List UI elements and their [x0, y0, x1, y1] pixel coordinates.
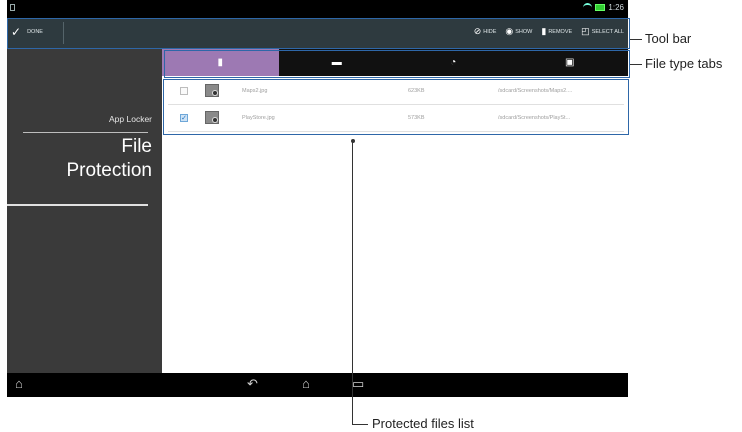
- navigation-bar: ⌂ ↶ ⌂ ▭: [7, 373, 628, 397]
- tabs-callout: File type tabs: [645, 56, 723, 71]
- app-name: App Locker: [109, 114, 152, 124]
- toolbar-highlight-box: [7, 18, 630, 49]
- status-bar: 1:26: [7, 0, 628, 17]
- home-icon[interactable]: ⌂: [302, 377, 310, 391]
- list-callout-hline: [352, 424, 368, 425]
- status-icons: 1:26: [583, 3, 624, 12]
- tabs-highlight-box: [164, 50, 630, 78]
- notification-icon: [10, 4, 15, 11]
- sidebar: App Locker File Protection: [7, 48, 162, 373]
- list-callout: Protected files list: [372, 416, 474, 431]
- toolbar-callout: Tool bar: [645, 31, 692, 46]
- list-highlight-box: [163, 79, 629, 135]
- wifi-icon: [583, 3, 593, 12]
- list-callout-vline: [352, 141, 353, 425]
- selection-underline: [7, 204, 148, 206]
- page-title-line1: File: [121, 136, 152, 157]
- recent-apps-icon[interactable]: ▭: [352, 377, 364, 391]
- page-title-line2: Protection: [66, 160, 152, 181]
- battery-icon: [595, 4, 606, 11]
- sidebar-divider: [23, 132, 148, 133]
- tabs-callout-line: [630, 64, 642, 65]
- asus-menu-icon[interactable]: ⌂: [15, 377, 23, 391]
- toolbar-callout-line: [630, 39, 642, 40]
- clock: 1:26: [608, 3, 624, 12]
- back-icon[interactable]: ↶: [247, 377, 258, 391]
